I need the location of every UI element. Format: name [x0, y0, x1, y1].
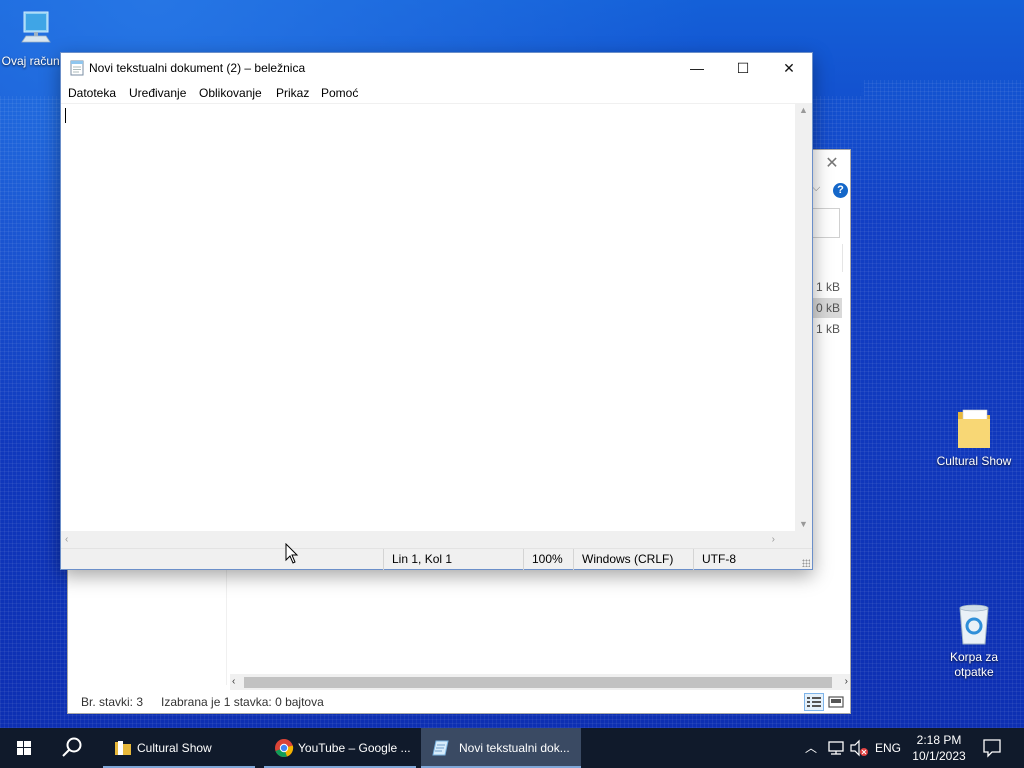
menu-file[interactable]: Datoteka	[61, 83, 123, 103]
maximize-button[interactable]: ☐	[720, 53, 766, 83]
chevron-down-icon[interactable]: ⌵	[812, 182, 820, 195]
menu-format[interactable]: Oblikovanje	[192, 83, 269, 103]
scroll-left-icon[interactable]: ‹	[232, 674, 235, 690]
scrollbar-thumb[interactable]	[244, 677, 832, 688]
column-divider	[842, 244, 843, 272]
mouse-pointer-icon	[285, 543, 299, 564]
notification-icon	[983, 739, 1001, 758]
network-button[interactable]	[824, 728, 848, 768]
details-view-button[interactable]	[804, 693, 824, 711]
cursor-position: Lin 1, Kol 1	[383, 549, 523, 570]
menu-bar: Datoteka Uređivanje Oblikovanje Prikaz P…	[61, 83, 812, 103]
scroll-up-icon[interactable]: ▲	[795, 105, 812, 115]
close-button[interactable]: ✕	[766, 53, 812, 83]
text-editor-area[interactable]	[61, 103, 795, 531]
line-endings: Windows (CRLF)	[573, 549, 693, 570]
desktop-icon-label: Cultural Show	[936, 454, 1012, 468]
notepad-icon	[70, 60, 84, 76]
scroll-down-icon[interactable]: ▼	[795, 519, 812, 529]
taskbar-app-chrome[interactable]: YouTube – Google ...	[264, 728, 416, 768]
item-count: Br. stavki: 3	[81, 695, 144, 709]
network-icon	[828, 741, 844, 755]
chrome-icon	[275, 739, 294, 758]
taskbar: Cultural Show YouTube – Google ... Novi …	[0, 728, 1024, 768]
nav-pane-divider	[226, 570, 227, 685]
clock[interactable]: 2:18 PM 10/1/2023	[906, 732, 972, 764]
input-language-button[interactable]: ENG	[872, 728, 904, 768]
file-size-cell: 0 kB	[812, 298, 842, 318]
maximize-icon: ☐	[736, 60, 750, 76]
details-view-icon	[807, 697, 821, 707]
taskbar-app-cultural-show[interactable]: Cultural Show	[103, 728, 255, 768]
horizontal-scrollbar[interactable]: ‹ ›	[230, 674, 850, 690]
clock-time: 2:18 PM	[916, 733, 962, 747]
large-icons-view-button[interactable]	[826, 693, 846, 711]
desktop-icon-recycle-bin[interactable]: Korpa za otpatke	[934, 602, 1014, 680]
notepad-status-bar: Lin 1, Kol 1 100% Windows (CRLF) UTF-8	[61, 548, 812, 570]
notepad-icon	[432, 740, 449, 756]
selection-info: Izabrana je 1 stavka: 0 bajtova	[161, 695, 324, 709]
folder-icon	[958, 409, 990, 448]
desktop-icon-label: Korpa za otpatke	[949, 650, 999, 679]
volume-button[interactable]	[848, 728, 870, 768]
text-caret	[65, 108, 66, 123]
start-button[interactable]	[0, 728, 48, 768]
minimize-icon: —	[690, 60, 704, 76]
chevron-up-icon: ︿	[804, 741, 817, 755]
file-size-cell: 1 kB	[815, 322, 840, 336]
search-input[interactable]	[812, 208, 840, 238]
taskbar-app-label: YouTube – Google ...	[298, 741, 411, 755]
taskbar-app-label: Novi tekstualni dok...	[459, 741, 570, 755]
menu-help[interactable]: Pomoć	[314, 83, 365, 103]
scroll-right-icon[interactable]: ›	[772, 531, 775, 548]
scroll-left-icon[interactable]: ‹	[65, 531, 68, 548]
wallpaper-pattern	[864, 80, 1024, 96]
desktop-icon-cultural-show[interactable]: Cultural Show	[934, 404, 1014, 469]
large-icons-view-icon	[828, 696, 844, 708]
file-size-cell: 1 kB	[815, 280, 840, 294]
recycle-bin-icon	[959, 604, 989, 645]
vertical-scrollbar[interactable]: ▲ ▼	[795, 103, 812, 531]
volume-muted-icon	[850, 739, 868, 757]
notepad-window[interactable]: Novi tekstualni dokument (2) – beležnica…	[60, 52, 813, 570]
search-button[interactable]	[48, 728, 96, 768]
scrollbar-corner	[795, 531, 812, 548]
explorer-status-bar: Br. stavki: 3 Izabrana je 1 stavka: 0 ba…	[68, 691, 850, 713]
computer-icon	[21, 11, 51, 43]
zoom-level: 100%	[523, 549, 573, 570]
taskbar-app-label: Cultural Show	[137, 741, 212, 755]
encoding: UTF-8	[693, 549, 812, 570]
resize-grip[interactable]	[802, 559, 810, 567]
horizontal-scrollbar[interactable]: ‹ ›	[61, 531, 795, 548]
notifications-button[interactable]	[978, 728, 1006, 768]
minimize-button[interactable]: —	[674, 53, 720, 83]
menu-view[interactable]: Prikaz	[269, 83, 316, 103]
window-title: Novi tekstualni dokument (2) – beležnica	[89, 61, 306, 75]
close-icon: ✕	[783, 60, 795, 76]
windows-logo-icon	[17, 741, 31, 755]
scroll-right-icon[interactable]: ›	[845, 674, 848, 690]
title-bar[interactable]: Novi tekstualni dokument (2) – beležnica…	[61, 53, 812, 83]
clock-date: 10/1/2023	[912, 749, 966, 763]
search-icon	[62, 737, 82, 757]
taskbar-app-notepad[interactable]: Novi tekstualni dok...	[421, 728, 581, 768]
menu-edit[interactable]: Uređivanje	[122, 83, 193, 103]
help-icon[interactable]: ?	[833, 183, 848, 198]
show-hidden-icons-button[interactable]: ︿	[802, 728, 820, 768]
folder-icon	[115, 741, 131, 755]
close-icon[interactable]: ✕	[820, 154, 844, 174]
